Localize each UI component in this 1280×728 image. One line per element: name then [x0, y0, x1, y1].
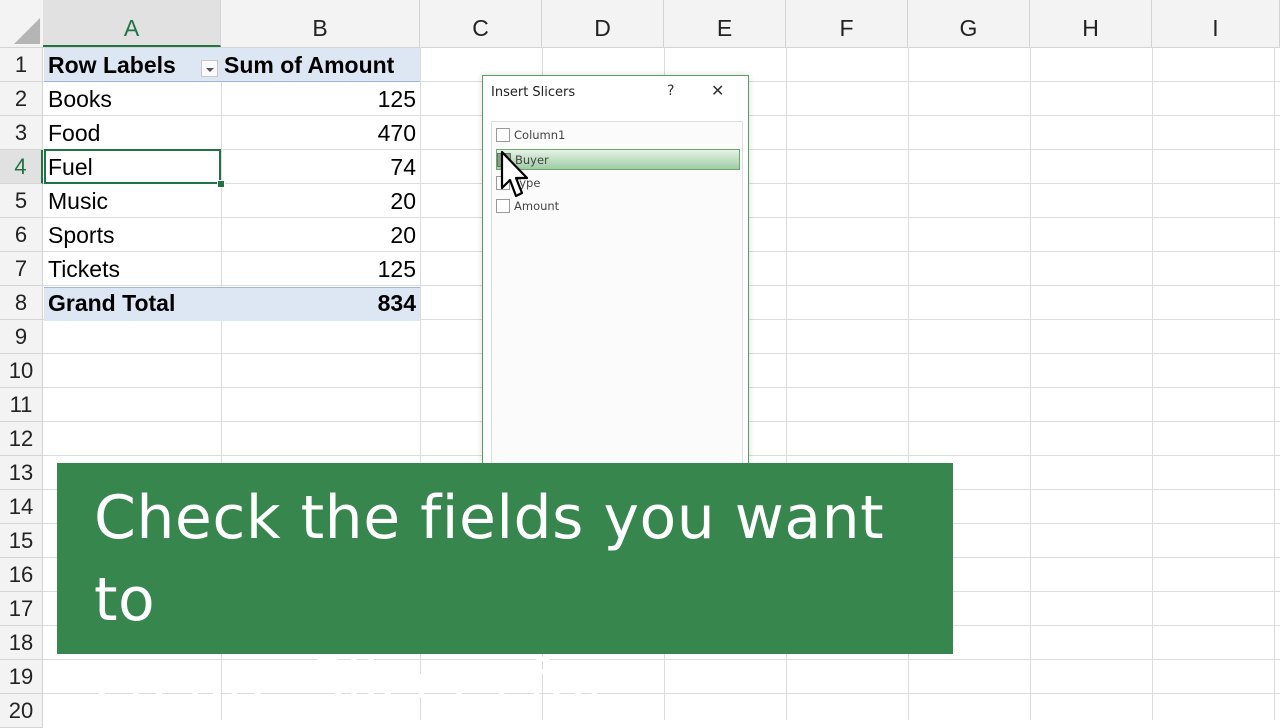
- column-header-b[interactable]: B: [221, 0, 420, 47]
- select-all-triangle-icon: [14, 18, 40, 44]
- row-header-15[interactable]: 15: [0, 524, 43, 558]
- row-header-11[interactable]: 11: [0, 388, 43, 422]
- field-item-column1[interactable]: Column1: [496, 125, 740, 146]
- row-header-12[interactable]: 12: [0, 422, 43, 456]
- pivot-row-label[interactable]: Tickets: [43, 252, 221, 286]
- instruction-banner: Check the fields you want to create Slic…: [57, 463, 953, 717]
- column-header-d[interactable]: D: [542, 0, 664, 47]
- fill-handle[interactable]: [217, 180, 225, 188]
- column-header-f[interactable]: F: [786, 0, 908, 47]
- row-header-20[interactable]: 20: [0, 694, 43, 728]
- help-icon[interactable]: ?: [667, 83, 674, 99]
- column-header-c[interactable]: C: [420, 0, 542, 47]
- insert-slicers-dialog: Insert Slicers ? ✕ Column1 Buyer Type Am…: [482, 75, 749, 481]
- row-header-16[interactable]: 16: [0, 558, 43, 592]
- column-header-g[interactable]: G: [908, 0, 1030, 47]
- row-header-5[interactable]: 5: [0, 184, 43, 218]
- row-header-7[interactable]: 7: [0, 252, 43, 286]
- select-all-corner[interactable]: [0, 0, 44, 47]
- row-header-14[interactable]: 14: [0, 490, 43, 524]
- pivot-row-labels-header[interactable]: Row Labels: [43, 48, 203, 82]
- banner-line-2: create Slicers for: [94, 647, 612, 717]
- mouse-pointer-icon: [500, 150, 529, 198]
- pivot-row-value[interactable]: 74: [221, 150, 420, 184]
- field-item-type[interactable]: Type: [496, 173, 740, 194]
- field-item-buyer[interactable]: Buyer: [496, 149, 740, 170]
- row-header-8[interactable]: 8: [0, 286, 43, 320]
- pivot-row-label[interactable]: Music: [43, 184, 221, 218]
- pivot-row-label[interactable]: Books: [43, 82, 221, 116]
- field-label: Column1: [514, 128, 566, 142]
- active-cell-selection: [44, 149, 221, 184]
- column-header-a[interactable]: A: [43, 0, 221, 47]
- field-item-amount[interactable]: Amount: [496, 196, 740, 217]
- pivot-row-value[interactable]: 470: [221, 116, 420, 150]
- pivot-row-label[interactable]: Food: [43, 116, 221, 150]
- column-header-h[interactable]: H: [1030, 0, 1152, 47]
- row-header-10[interactable]: 10: [0, 354, 43, 388]
- row-header-17[interactable]: 17: [0, 592, 43, 626]
- row-header-9[interactable]: 9: [0, 320, 43, 354]
- gridline: [1274, 47, 1275, 720]
- checkbox[interactable]: [496, 128, 510, 142]
- row-header-4[interactable]: 4: [0, 150, 43, 184]
- row-header-1[interactable]: 1: [0, 48, 43, 82]
- row-header-2[interactable]: 2: [0, 82, 43, 116]
- row-header-6[interactable]: 6: [0, 218, 43, 252]
- pivot-sum-header[interactable]: Sum of Amount: [219, 48, 419, 82]
- pivot-row-value[interactable]: 125: [221, 252, 420, 286]
- column-header-i[interactable]: I: [1152, 0, 1280, 47]
- pivot-grand-total-value[interactable]: 834: [221, 286, 420, 320]
- close-icon[interactable]: ✕: [711, 81, 724, 100]
- gridline: [1152, 47, 1153, 720]
- row-header-18[interactable]: 18: [0, 626, 43, 660]
- pivot-row-value[interactable]: 20: [221, 218, 420, 252]
- gridline: [1030, 47, 1031, 720]
- row-header-19[interactable]: 19: [0, 660, 43, 694]
- pivot-grand-total-label[interactable]: Grand Total: [43, 286, 221, 320]
- column-header-e[interactable]: E: [664, 0, 786, 47]
- filter-dropdown-icon[interactable]: [201, 60, 218, 77]
- row-header-13[interactable]: 13: [0, 456, 43, 490]
- dialog-title: Insert Slicers: [491, 85, 576, 100]
- pivot-row-label[interactable]: Sports: [43, 218, 221, 252]
- pivot-row-value[interactable]: 20: [221, 184, 420, 218]
- banner-line-1: Check the fields you want to: [94, 483, 885, 635]
- row-header-3[interactable]: 3: [0, 116, 43, 150]
- pivot-row-value[interactable]: 125: [221, 82, 420, 116]
